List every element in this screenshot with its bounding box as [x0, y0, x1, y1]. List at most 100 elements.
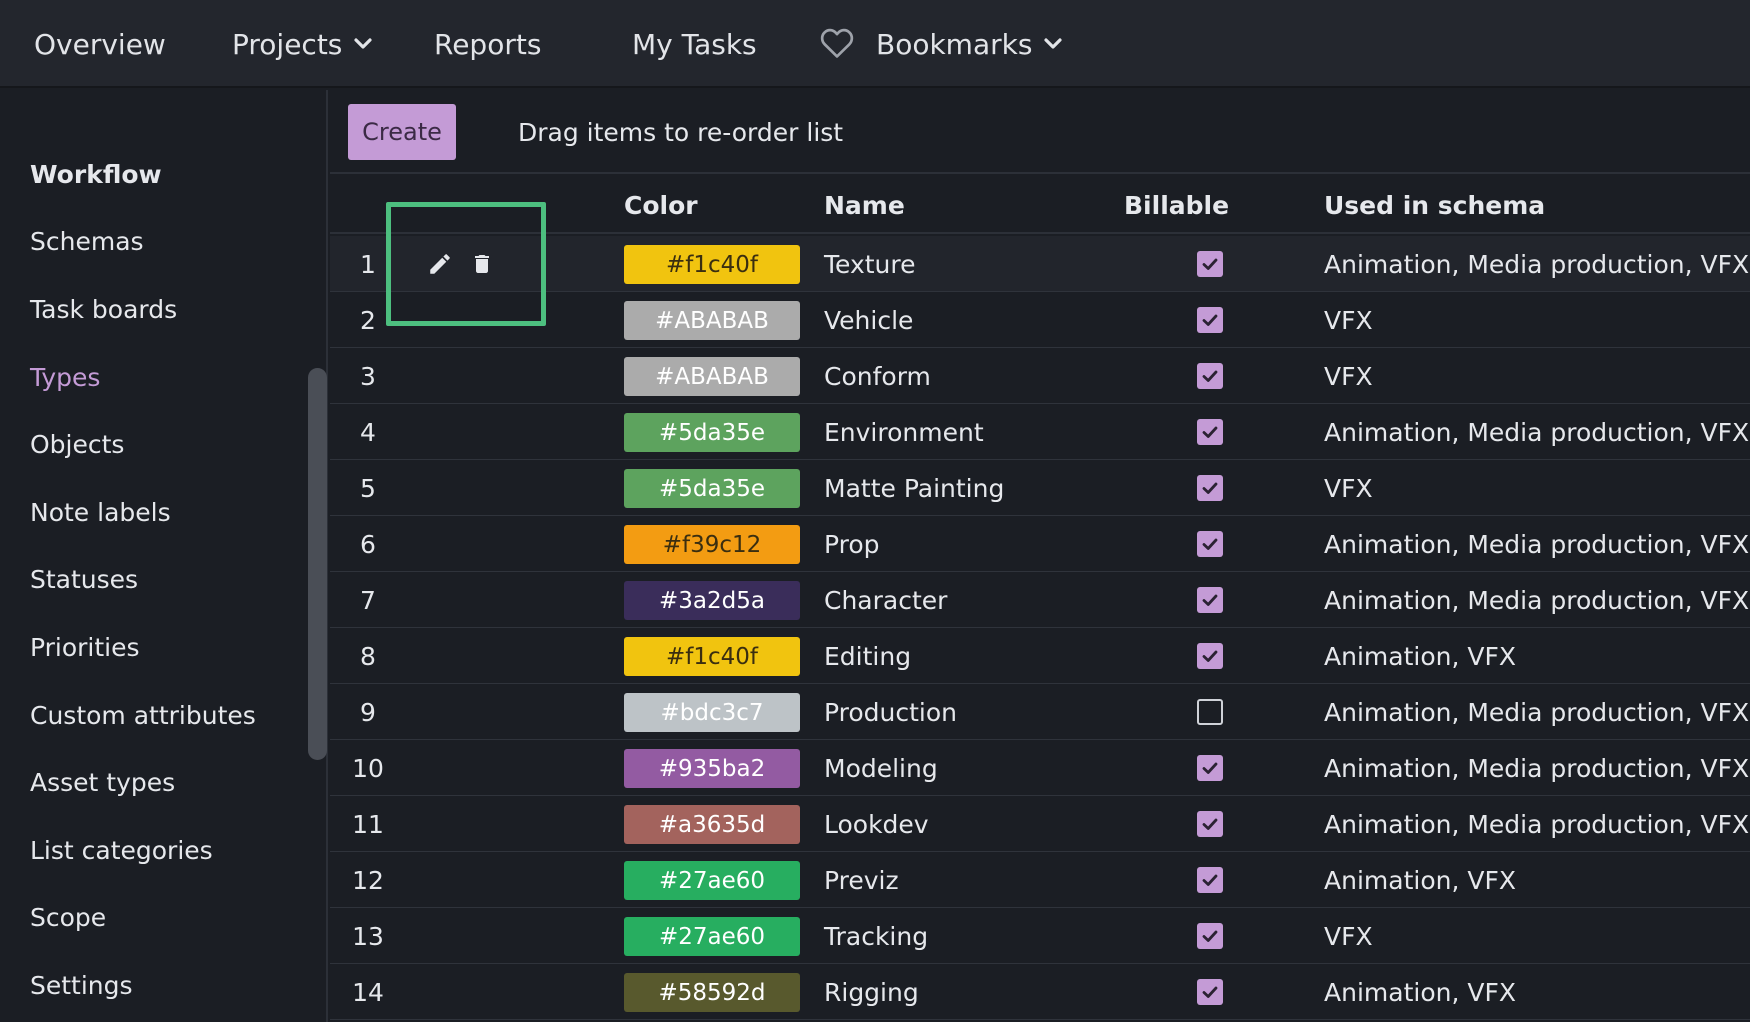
color-swatch: #3a2d5a — [624, 581, 800, 620]
used-in-schema: Animation, VFX — [1324, 641, 1516, 671]
color-swatch: #935ba2 — [624, 749, 800, 788]
sidebar-item-task-boards[interactable]: Task boards — [30, 295, 177, 324]
billable-checkbox[interactable] — [1197, 475, 1223, 501]
nav-overview[interactable]: Overview — [34, 0, 166, 88]
color-hex-label: #935ba2 — [658, 755, 766, 782]
type-name: Character — [824, 585, 948, 615]
row-index: 1 — [360, 249, 376, 279]
table-row[interactable]: 2 #ABABAB Vehicle VFX — [330, 292, 1750, 348]
table-row[interactable]: 12 #27ae60 Previz Animation, VFX — [330, 852, 1750, 908]
create-button[interactable]: Create — [348, 104, 456, 160]
sidebar-item-note-labels[interactable]: Note labels — [30, 498, 171, 527]
billable-cell — [1196, 796, 1224, 852]
sidebar-item-schemas[interactable]: Schemas — [30, 227, 144, 256]
billable-cell — [1196, 964, 1224, 1020]
billable-checkbox[interactable] — [1197, 643, 1223, 669]
check-icon — [1201, 423, 1219, 441]
row-actions — [426, 250, 496, 278]
check-icon — [1201, 983, 1219, 1001]
sidebar-item-types[interactable]: Types — [30, 363, 100, 392]
billable-cell — [1196, 516, 1224, 572]
nav-bookmarks-label: Bookmarks — [876, 27, 1033, 61]
billable-checkbox[interactable] — [1197, 251, 1223, 277]
color-hex-label: #a3635d — [658, 811, 766, 838]
used-in-schema: Animation, VFX — [1324, 977, 1516, 1007]
billable-cell — [1196, 628, 1224, 684]
table-row[interactable]: 14 #58592d Rigging Animation, VFX — [330, 964, 1750, 1020]
color-hex-label: #5da35e — [658, 419, 765, 446]
table-row[interactable]: 6 #f39c12 Prop Animation, Media production… — [330, 516, 1750, 572]
check-icon — [1201, 311, 1219, 329]
table-row[interactable]: 9 #bdc3c7 Production Animation, Media prod… — [330, 684, 1750, 740]
billable-checkbox[interactable] — [1197, 923, 1223, 949]
table-row[interactable]: 5 #5da35e Matte Painting VFX — [330, 460, 1750, 516]
billable-checkbox[interactable] — [1197, 307, 1223, 333]
column-header-billable: Billable — [1124, 190, 1230, 220]
row-index: 8 — [360, 641, 376, 671]
nav-my-tasks[interactable]: My Tasks — [632, 0, 757, 88]
table-row[interactable]: 4 #5da35e Environment Animation, Media pro… — [330, 404, 1750, 460]
color-hex-label: #f39c12 — [662, 531, 762, 558]
table-row[interactable]: 8 #f1c40f Editing Animation, VFX — [330, 628, 1750, 684]
sidebar-scrollbar[interactable] — [308, 368, 327, 760]
pencil-icon[interactable] — [426, 250, 454, 278]
billable-checkbox[interactable] — [1197, 979, 1223, 1005]
trash-icon[interactable] — [468, 250, 496, 278]
sidebar-item-custom-attributes[interactable]: Custom attributes — [30, 701, 256, 730]
table-row[interactable]: 11 #a3635d Lookdev Animation, Media produc… — [330, 796, 1750, 852]
billable-checkbox[interactable] — [1197, 587, 1223, 613]
type-name: Vehicle — [824, 305, 914, 335]
color-swatch: #ABABAB — [624, 357, 800, 396]
table-row[interactable]: 10 #935ba2 Modeling Animation, Media produ… — [330, 740, 1750, 796]
types-table-body: 1 #f1c40f Texture Animation, Media produc… — [330, 236, 1750, 1020]
billable-checkbox[interactable] — [1197, 419, 1223, 445]
nav-projects[interactable]: Projects — [232, 0, 372, 88]
toolbar: Create Drag items to re-order list — [330, 90, 1750, 174]
row-index: 11 — [352, 809, 384, 839]
nav-reports[interactable]: Reports — [434, 0, 541, 88]
billable-cell — [1196, 460, 1224, 516]
type-name: Rigging — [824, 977, 919, 1007]
column-header-name: Name — [824, 190, 905, 220]
billable-checkbox[interactable] — [1197, 699, 1223, 725]
sidebar-item-asset-types[interactable]: Asset types — [30, 768, 175, 797]
sidebar-item-objects[interactable]: Objects — [30, 430, 124, 459]
heart-icon[interactable] — [818, 24, 856, 62]
table-row[interactable]: 13 #27ae60 Tracking VFX — [330, 908, 1750, 964]
color-swatch: #ABABAB — [624, 301, 800, 340]
chevron-down-icon — [1044, 38, 1063, 50]
nav-bookmarks[interactable]: Bookmarks — [876, 0, 1063, 88]
used-in-schema: Animation, Media production, VFX — [1324, 417, 1750, 447]
table-row[interactable]: 3 #ABABAB Conform VFX — [330, 348, 1750, 404]
table-header: Color Name Billable Used in schema — [330, 176, 1750, 234]
billable-checkbox[interactable] — [1197, 755, 1223, 781]
billable-checkbox[interactable] — [1197, 363, 1223, 389]
row-index: 12 — [352, 865, 384, 895]
sidebar-item-priorities[interactable]: Priorities — [30, 633, 140, 662]
type-name: Texture — [824, 249, 916, 279]
billable-checkbox[interactable] — [1197, 867, 1223, 893]
type-name: Matte Painting — [824, 473, 1005, 503]
column-header-color: Color — [624, 190, 698, 220]
sidebar-item-list-categories[interactable]: List categories — [30, 836, 213, 865]
row-index: 3 — [360, 361, 376, 391]
billable-checkbox[interactable] — [1197, 531, 1223, 557]
table-row[interactable]: 7 #3a2d5a Character Animation, Media produ… — [330, 572, 1750, 628]
type-name: Environment — [824, 417, 984, 447]
row-index: 13 — [352, 921, 384, 951]
sidebar-item-statuses[interactable]: Statuses — [30, 565, 138, 594]
color-hex-label: #f1c40f — [665, 643, 758, 670]
billable-checkbox[interactable] — [1197, 811, 1223, 837]
sidebar-item-settings[interactable]: Settings — [30, 971, 133, 1000]
sidebar-item-scope[interactable]: Scope — [30, 903, 106, 932]
billable-cell — [1196, 740, 1224, 796]
used-in-schema: Animation, Media production, VFX — [1324, 585, 1750, 615]
billable-cell — [1196, 908, 1224, 964]
color-swatch: #bdc3c7 — [624, 693, 800, 732]
row-index: 10 — [352, 753, 384, 783]
check-icon — [1201, 255, 1219, 273]
billable-cell — [1196, 404, 1224, 460]
table-row[interactable]: 1 #f1c40f Texture Animation, Media produc… — [330, 236, 1750, 292]
color-swatch: #f1c40f — [624, 245, 800, 284]
check-icon — [1201, 535, 1219, 553]
